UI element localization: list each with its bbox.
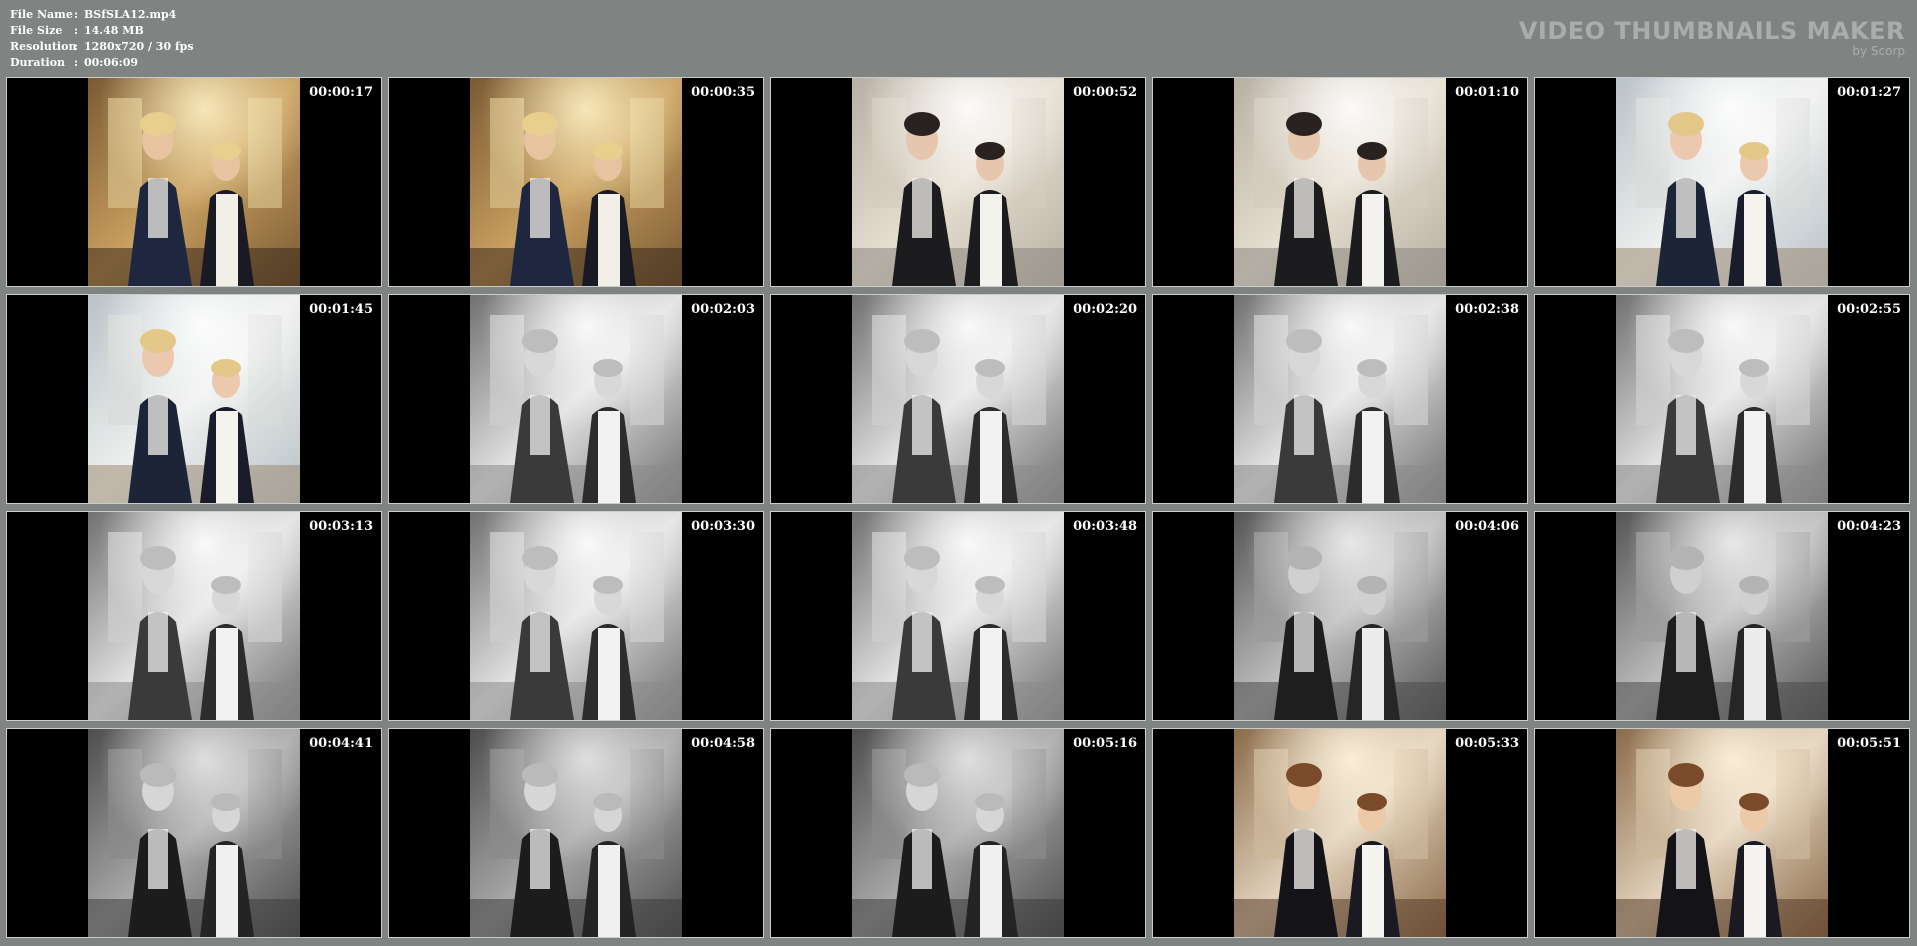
thumbnail-timestamp: 00:01:10 [1455, 85, 1519, 100]
video-thumbnail[interactable]: 00:00:17 [6, 77, 382, 287]
thumbnail-frame-image [1234, 729, 1446, 937]
video-thumbnail[interactable]: 00:00:35 [388, 77, 764, 287]
thumbnail-frame-image [852, 729, 1064, 937]
separator: : [74, 24, 79, 37]
thumbnail-timestamp: 00:02:55 [1837, 302, 1901, 317]
thumbnail-timestamp: 00:05:16 [1073, 736, 1137, 751]
thumbnail-timestamp: 00:02:03 [691, 302, 755, 317]
thumbnail-frame-image [852, 295, 1064, 503]
thumbnail-timestamp: 00:03:30 [691, 519, 755, 534]
video-thumbnail[interactable]: 00:04:06 [1152, 511, 1528, 721]
video-thumbnail[interactable]: 00:05:33 [1152, 728, 1528, 938]
separator: : [74, 40, 79, 53]
thumbnail-frame-image [470, 729, 682, 937]
thumbnail-frame-image [1616, 295, 1828, 503]
thumbnail-timestamp: 00:03:13 [309, 519, 373, 534]
thumbnail-frame-image [1616, 512, 1828, 720]
resolution-label: Resolution [10, 40, 77, 53]
video-thumbnail[interactable]: 00:03:30 [388, 511, 764, 721]
video-thumbnail[interactable]: 00:02:03 [388, 294, 764, 504]
brand-watermark: VIDEO THUMBNAILS MAKER by Scorp [1519, 18, 1905, 58]
video-thumbnail[interactable]: 00:01:10 [1152, 77, 1528, 287]
video-thumbnail[interactable]: 00:01:27 [1534, 77, 1910, 287]
resolution-value: 1280x720 / 30 fps [84, 40, 194, 53]
thumbnail-timestamp: 00:04:06 [1455, 519, 1519, 534]
video-thumbnail[interactable]: 00:05:51 [1534, 728, 1910, 938]
thumbnail-timestamp: 00:05:33 [1455, 736, 1519, 751]
thumbnail-frame-image [88, 729, 300, 937]
file-name-value: BSfSLA12.mp4 [84, 8, 177, 21]
file-info-panel: File Name : BSfSLA12.mp4 File Size : 14.… [10, 7, 194, 71]
file-size-value: 14.48 MB [84, 24, 144, 37]
video-thumbnail[interactable]: 00:05:16 [770, 728, 1146, 938]
thumbnail-frame-image [88, 295, 300, 503]
thumbnail-frame-image [1616, 78, 1828, 286]
thumbnail-timestamp: 00:02:38 [1455, 302, 1519, 317]
thumbnail-frame-image [852, 512, 1064, 720]
thumbnail-frame-image [1234, 295, 1446, 503]
separator: : [74, 8, 79, 21]
brand-subtitle: by Scorp [1852, 44, 1905, 58]
video-thumbnail[interactable]: 00:03:13 [6, 511, 382, 721]
video-thumbnail[interactable]: 00:01:45 [6, 294, 382, 504]
thumbnail-timestamp: 00:00:52 [1073, 85, 1137, 100]
resolution-row: Resolution : 1280x720 / 30 fps [10, 39, 194, 55]
thumbnail-timestamp: 00:04:58 [691, 736, 755, 751]
thumbnail-timestamp: 00:02:20 [1073, 302, 1137, 317]
brand-title: VIDEO THUMBNAILS MAKER [1518, 17, 1905, 45]
thumbnail-frame-image [1234, 78, 1446, 286]
thumbnail-timestamp: 00:04:23 [1837, 519, 1901, 534]
thumbnail-timestamp: 00:00:35 [691, 85, 755, 100]
file-size-label: File Size [10, 24, 63, 37]
file-name-label: File Name [10, 8, 73, 21]
thumbnail-frame-image [1234, 512, 1446, 720]
thumbnail-timestamp: 00:04:41 [309, 736, 373, 751]
video-thumbnail[interactable]: 00:04:41 [6, 728, 382, 938]
file-name-row: File Name : BSfSLA12.mp4 [10, 7, 194, 23]
video-thumbnail[interactable]: 00:04:23 [1534, 511, 1910, 721]
thumbnail-timestamp: 00:01:45 [309, 302, 373, 317]
thumbnail-timestamp: 00:01:27 [1837, 85, 1901, 100]
duration-row: Duration : 00:06:09 [10, 55, 194, 71]
thumbnail-frame-image [470, 78, 682, 286]
thumbnail-timestamp: 00:05:51 [1837, 736, 1901, 751]
thumbnail-frame-image [88, 512, 300, 720]
video-thumbnail[interactable]: 00:03:48 [770, 511, 1146, 721]
thumbnail-frame-image [470, 512, 682, 720]
thumbnail-frame-image [88, 78, 300, 286]
thumbnail-timestamp: 00:00:17 [309, 85, 373, 100]
thumbnail-frame-image [852, 78, 1064, 286]
video-thumbnail[interactable]: 00:02:55 [1534, 294, 1910, 504]
video-thumbnail[interactable]: 00:02:20 [770, 294, 1146, 504]
separator: : [74, 56, 79, 69]
file-size-row: File Size : 14.48 MB [10, 23, 194, 39]
duration-value: 00:06:09 [84, 56, 139, 69]
thumbnail-grid: 00:00:17 00:00:35 00:00:52 00:01:10 00:0… [6, 77, 1912, 941]
thumbnail-frame-image [1616, 729, 1828, 937]
video-thumbnail[interactable]: 00:02:38 [1152, 294, 1528, 504]
thumbnail-timestamp: 00:03:48 [1073, 519, 1137, 534]
video-thumbnail[interactable]: 00:00:52 [770, 77, 1146, 287]
duration-label: Duration [10, 56, 66, 69]
thumbnail-frame-image [470, 295, 682, 503]
video-thumbnail[interactable]: 00:04:58 [388, 728, 764, 938]
